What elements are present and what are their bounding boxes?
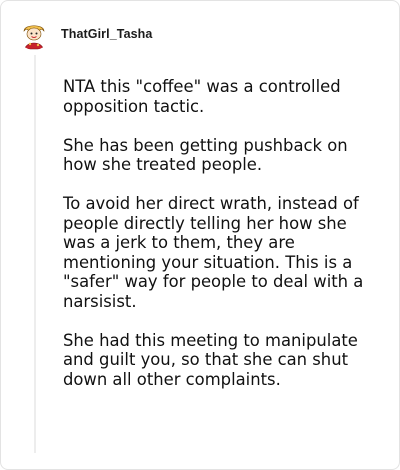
thread-line[interactable]	[34, 55, 36, 453]
comment-paragraph: To avoid her direct wrath, instead of pe…	[63, 194, 364, 311]
username[interactable]: ThatGirl_Tasha	[61, 27, 152, 41]
comment-body: NTA this "coffee" was a controlled oppos…	[63, 77, 383, 389]
comment-header: ThatGirl_Tasha	[18, 14, 152, 54]
comment-paragraph: She has been getting pushback on how she…	[63, 135, 348, 175]
comment-paragraph: NTA this "coffee" was a controlled oppos…	[63, 77, 341, 116]
cartoon-character-avatar-icon	[18, 18, 50, 50]
comment-paragraph: She had this meeting to manipulate and g…	[63, 330, 358, 389]
comment-card: ThatGirl_Tasha NTA this "coffee" was a c…	[0, 0, 400, 470]
avatar[interactable]	[18, 18, 50, 50]
